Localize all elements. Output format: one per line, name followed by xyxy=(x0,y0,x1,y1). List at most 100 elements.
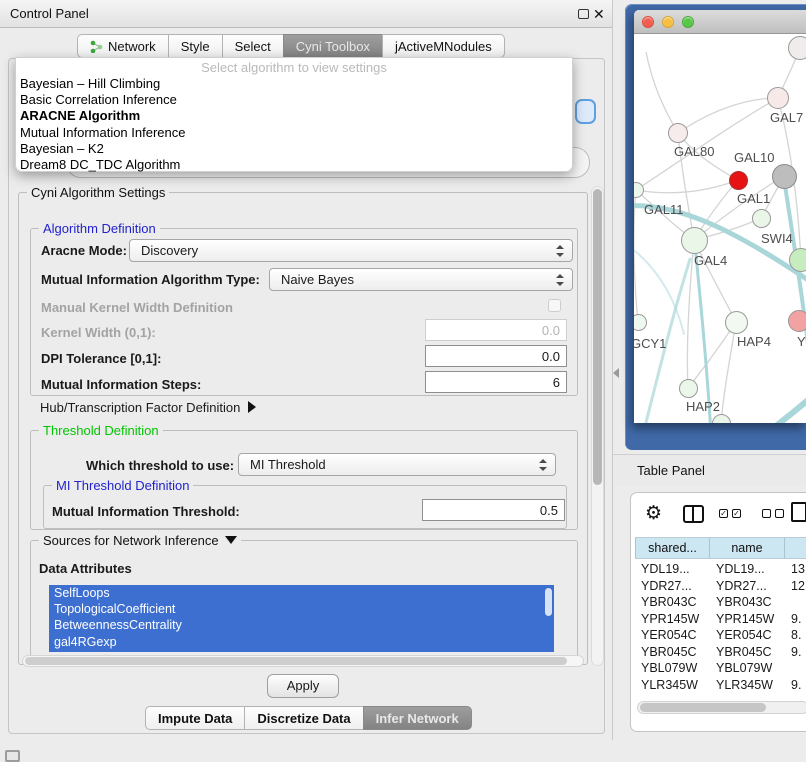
scrollbar-thumb[interactable] xyxy=(640,703,766,712)
collapsed-panel-icon[interactable] xyxy=(5,750,20,762)
mi-threshold-label: Mutual Information Threshold: xyxy=(52,504,240,519)
control-panel-titlebar: Control Panel ✕ xyxy=(0,0,612,28)
network-node[interactable] xyxy=(789,248,806,272)
which-threshold-label: Which threshold to use: xyxy=(86,458,234,473)
kernel-width-field[interactable]: 0.0 xyxy=(425,319,567,341)
tab-jactivemnodules[interactable]: jActiveMNodules xyxy=(382,34,505,58)
columns-icon[interactable] xyxy=(683,505,704,523)
node-table-panel: ⚙ ✓ ✓ shared... name A YDL19...YDL19...1… xyxy=(630,492,806,732)
tab-label: Select xyxy=(235,39,271,54)
splitter-collapse-icon[interactable] xyxy=(613,368,619,378)
table-cell xyxy=(785,594,806,611)
algorithm-popup-item[interactable]: Bayesian – Hill Climbing xyxy=(16,76,572,92)
network-node[interactable] xyxy=(729,171,748,190)
scrollbar-thumb[interactable] xyxy=(593,189,602,485)
control-panel-title: Control Panel xyxy=(10,0,89,28)
column-header-shared-name[interactable]: shared... xyxy=(635,538,710,558)
attr-items: SelfLoopsTopologicalCoefficientBetweenne… xyxy=(49,585,554,650)
tab-label: Network xyxy=(108,39,156,54)
network-node[interactable] xyxy=(681,227,708,254)
table-row[interactable]: YBR043CYBR043C xyxy=(635,594,806,611)
algorithm-popup-item[interactable]: Basic Correlation Inference xyxy=(16,92,572,108)
mi-type-combobox[interactable]: Naive Bayes xyxy=(269,268,573,291)
network-window[interactable]: GAL7GAL80GAL10GAL11GAL1SWI4GAL4GCY1HAP4Y… xyxy=(634,10,806,423)
dpi-tolerance-label: DPI Tolerance [0,1]: xyxy=(41,351,161,366)
attribute-item-selected[interactable]: SelfLoops xyxy=(49,585,554,601)
network-node[interactable] xyxy=(788,310,806,332)
tab-network[interactable]: Network xyxy=(77,34,169,58)
table-row[interactable]: YDL19...YDL19...13 xyxy=(635,561,806,578)
algorithm-popup-item[interactable]: ARACNE Algorithm xyxy=(16,108,572,124)
table-panel-title: Table Panel xyxy=(637,463,705,478)
network-window-titlebar[interactable] xyxy=(634,10,806,34)
table-panel-titlebar: Table Panel xyxy=(613,454,806,486)
float-panel-icon[interactable] xyxy=(578,9,589,19)
network-node[interactable] xyxy=(788,36,806,60)
focused-helper-button[interactable] xyxy=(575,99,596,124)
export-table-icon[interactable] xyxy=(791,502,806,522)
tab-cyni-toolbox[interactable]: Cyni Toolbox xyxy=(283,34,383,58)
node-label: GCY1 xyxy=(634,336,666,351)
gear-icon[interactable]: ⚙ xyxy=(645,503,662,525)
network-node[interactable] xyxy=(679,379,698,398)
table-cell: YLR345W xyxy=(635,677,710,691)
minimize-window-icon[interactable] xyxy=(662,16,674,28)
algorithm-popup-item[interactable]: Mutual Information Inference xyxy=(16,125,572,141)
attribute-item-selected[interactable]: TopologicalCoefficient xyxy=(49,601,554,617)
data-attributes-list[interactable]: SelfLoopsTopologicalCoefficientBetweenne… xyxy=(49,585,554,652)
settings-vertical-scrollbar[interactable] xyxy=(591,186,604,666)
algorithm-popup-item[interactable]: Dream8 DC_TDC Algorithm xyxy=(16,157,572,173)
attribute-item-selected[interactable]: BetweennessCentrality xyxy=(49,617,554,633)
table-cell: YDL19... xyxy=(635,561,710,578)
table-row[interactable]: YLR345WYLR345W9. xyxy=(635,677,806,691)
attribute-item-selected[interactable]: gal4RGexp xyxy=(49,634,554,650)
table-row[interactable]: YBL079WYBL079W xyxy=(635,660,806,677)
apply-button[interactable]: Apply xyxy=(267,674,339,698)
aracne-mode-combobox[interactable]: Discovery xyxy=(129,239,573,262)
mi-steps-field[interactable]: 6 xyxy=(425,371,567,393)
table-row[interactable]: YER054CYER054C8. xyxy=(635,627,806,644)
tab-infer-network[interactable]: Infer Network xyxy=(363,706,472,730)
list-scrollbar[interactable] xyxy=(545,588,552,616)
network-canvas[interactable]: GAL7GAL80GAL10GAL11GAL1SWI4GAL4GCY1HAP4Y… xyxy=(634,34,806,423)
table-cell: 9. xyxy=(785,677,806,691)
table-row[interactable]: YDR27...YDR27...12 xyxy=(635,578,806,595)
sources-group: Sources for Network Inference Data Attri… xyxy=(30,540,578,658)
tab-style[interactable]: Style xyxy=(168,34,223,58)
zoom-window-icon[interactable] xyxy=(682,16,694,28)
table-body[interactable]: YDL19...YDL19...13YDR27...YDR27...12YBR0… xyxy=(635,561,806,690)
network-node[interactable] xyxy=(767,87,789,109)
network-node[interactable] xyxy=(725,311,748,334)
hub-definition-expander[interactable]: Hub/Transcription Factor Definition xyxy=(40,400,256,415)
table-row[interactable]: YPR145WYPR145W9. xyxy=(635,611,806,628)
table-row[interactable]: YBR045CYBR045C9. xyxy=(635,644,806,661)
which-threshold-combobox[interactable]: MI Threshold xyxy=(238,453,556,476)
tab-discretize-data[interactable]: Discretize Data xyxy=(244,706,363,730)
manual-kernel-checkbox[interactable] xyxy=(548,299,561,312)
column-header-name[interactable]: name xyxy=(710,538,785,558)
algorithm-popup-item[interactable]: Bayesian – K2 xyxy=(16,141,572,157)
mi-threshold-field[interactable]: 0.5 xyxy=(422,499,565,521)
table-horizontal-scrollbar[interactable] xyxy=(637,701,806,714)
network-node[interactable] xyxy=(634,314,647,331)
scrollbar-thumb[interactable] xyxy=(25,657,567,665)
deselect-all-columns-icon[interactable] xyxy=(762,509,784,518)
mi-threshold-group: MI Threshold Definition Mutual Informati… xyxy=(43,485,567,529)
column-header-partial[interactable]: A xyxy=(785,538,806,558)
sources-title-expander[interactable]: Sources for Network Inference xyxy=(39,533,241,548)
dpi-tolerance-field[interactable]: 0.0 xyxy=(425,345,567,367)
algorithm-dropdown-popup: Select algorithm to view settings Bayesi… xyxy=(15,57,573,172)
mi-type-value: Naive Bayes xyxy=(281,272,354,287)
close-window-icon[interactable] xyxy=(642,16,654,28)
network-node[interactable] xyxy=(752,209,771,228)
group-title: Algorithm Definition xyxy=(39,221,160,236)
node-label: GAL80 xyxy=(674,144,714,159)
tab-select[interactable]: Select xyxy=(222,34,284,58)
select-all-columns-icon[interactable]: ✓ ✓ xyxy=(719,509,741,518)
network-node[interactable] xyxy=(668,123,688,143)
tab-impute-data[interactable]: Impute Data xyxy=(145,706,245,730)
node-label: HAP4 xyxy=(737,334,771,349)
close-panel-icon[interactable]: ✕ xyxy=(593,5,605,23)
network-node[interactable] xyxy=(772,164,797,189)
settings-horizontal-scrollbar[interactable] xyxy=(22,655,584,667)
